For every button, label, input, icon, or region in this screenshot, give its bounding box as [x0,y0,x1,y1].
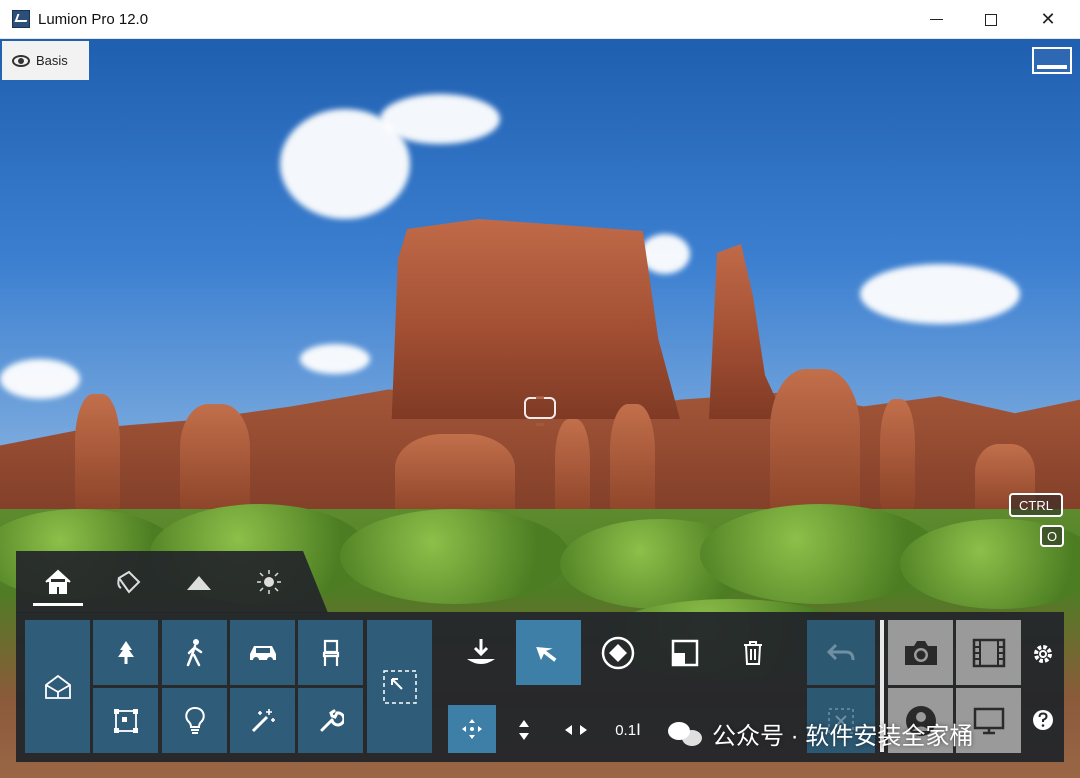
hoodoo-rock [180,404,250,514]
hoodoo-rock [770,369,860,519]
o-key-hint: O [1040,525,1064,547]
select-tool-button[interactable] [516,620,581,685]
undo-icon [826,643,855,660]
utilities-library-button[interactable] [298,688,363,753]
photo-mode-button[interactable] [888,620,953,685]
scale-icon [671,639,698,666]
move-arrows-icon [462,719,482,739]
tab-weather[interactable] [244,562,294,602]
chair-icon [322,639,339,666]
help-button[interactable] [1028,706,1058,734]
hoodoo-rock [75,394,120,514]
wechat-logo-icon [668,720,704,748]
place-down-icon [466,638,495,664]
objects-select-button[interactable] [93,688,158,753]
box-select-icon [113,708,138,733]
window-title: Lumion Pro 12.0 [38,10,149,28]
effects-library-button[interactable] [230,688,295,753]
vertical-arrows-icon [519,720,529,740]
numeric-input-button[interactable]: 0.1 I [608,712,648,748]
gear-icon [1034,645,1052,663]
sun-icon [257,570,281,594]
minimize-button[interactable] [908,0,964,39]
cloud [0,359,80,399]
place-object-button[interactable] [448,620,513,685]
rock-arch [395,434,515,519]
light-bulb-icon [184,706,205,734]
view-mode-button[interactable]: Basis [2,41,89,80]
magic-wand-icon [251,708,275,732]
camera-icon [904,640,937,665]
hoodoo-rock [880,399,915,509]
arrow-cursor-icon [535,646,556,662]
watermark: 公众号 · 软件安装全家桶 [668,716,973,751]
delete-button[interactable] [720,620,785,685]
maximize-button[interactable] [963,0,1019,39]
crosshair-icon [524,396,556,426]
home-icon [45,569,71,594]
indoor-library-button[interactable] [298,620,363,685]
rotate-icon [601,636,634,669]
wrench-icon [320,709,344,731]
transport-library-button[interactable] [230,620,295,685]
mountain-icon [187,576,211,590]
import-model-button[interactable] [25,620,90,753]
active-tab-indicator [33,603,83,606]
tree-icon [117,640,134,664]
undo-button[interactable] [807,620,875,685]
cloud [380,94,500,144]
paint-bucket-icon [117,570,141,594]
film-strip-icon [972,638,1005,667]
cloud [300,344,370,374]
ctrl-key-hint: CTRL [1009,493,1063,517]
settings-button[interactable] [1028,640,1058,668]
rotate-tool-button[interactable] [585,620,650,685]
cloud [860,264,1020,324]
fullscreen-toggle-button[interactable] [1032,47,1072,74]
window-titlebar: Lumion Pro 12.0 ✕ [0,0,1080,39]
horizontal-arrows-icon [565,725,587,735]
close-button[interactable]: ✕ [1020,0,1076,39]
scale-tool-button[interactable] [652,620,717,685]
walking-person-icon [186,638,202,666]
move-horizontal-button[interactable] [556,712,596,748]
view-mode-label: Basis [36,53,68,68]
mesa-rock [391,219,680,419]
select-area-button[interactable] [367,620,432,753]
people-library-button[interactable] [162,620,227,685]
box-select-icon [382,669,417,704]
move-vertical-button[interactable] [504,712,544,748]
lumion-app-icon [12,10,30,28]
hoodoo-rock [555,419,590,519]
tab-materials[interactable] [103,562,153,602]
car-icon [249,645,276,663]
question-mark-icon [1033,710,1053,730]
rock-spire [709,244,785,419]
house-icon [44,674,71,699]
eye-icon [12,54,30,67]
monitor-icon [973,707,1004,734]
lights-library-button[interactable] [162,688,227,753]
tab-landscape[interactable] [174,562,224,602]
nature-library-button[interactable] [93,620,158,685]
numeric-input-label: 0.1 [615,721,637,739]
tab-home[interactable] [33,562,83,602]
trash-icon [743,640,762,665]
movie-mode-button[interactable] [956,620,1021,685]
move-tool-button[interactable] [448,705,496,753]
shrub [340,509,570,604]
hoodoo-rock [610,404,655,519]
watermark-text: 公众号 · 软件安装全家桶 [712,723,974,750]
